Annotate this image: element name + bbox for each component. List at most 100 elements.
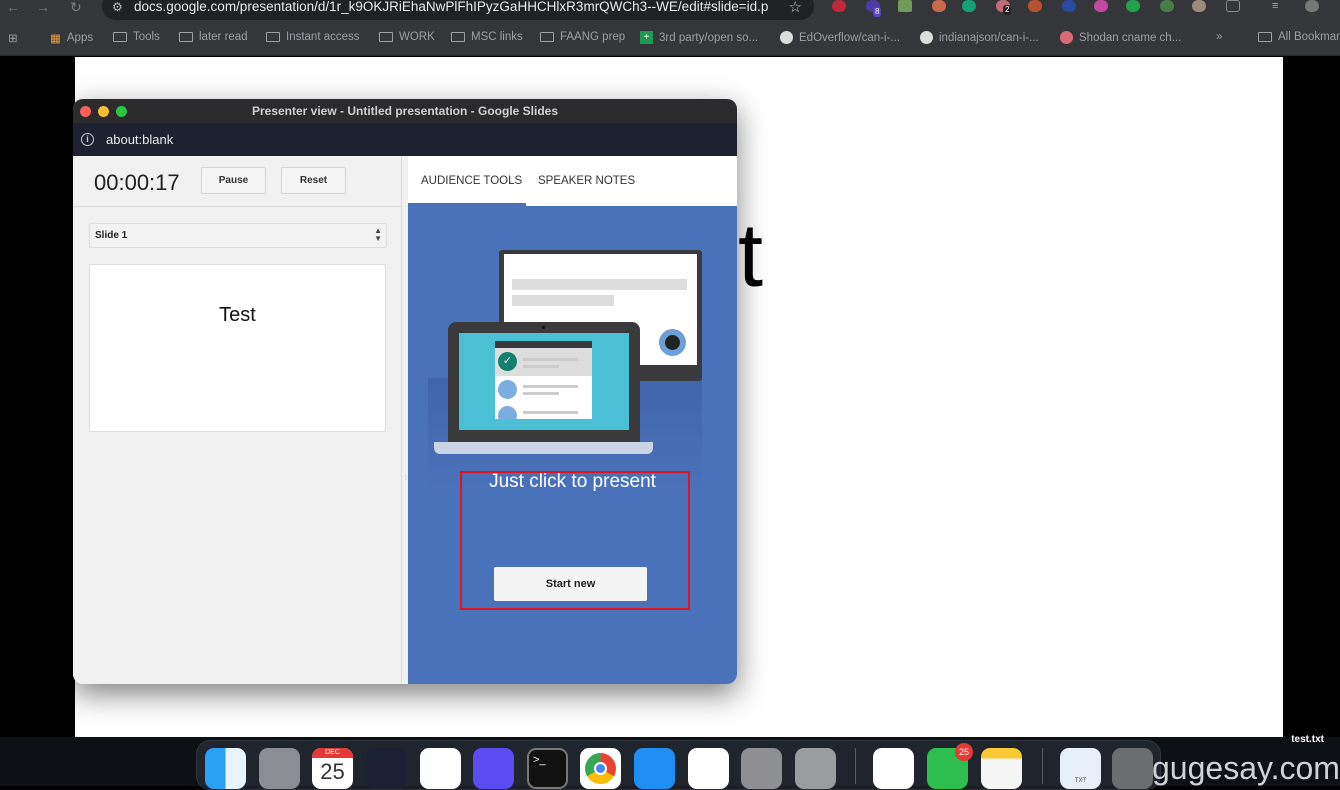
audience-tools-panel: ✓ <box>408 206 737 684</box>
calendar-day: 25 <box>320 759 345 784</box>
txt-file-icon[interactable]: TXT <box>1060 748 1101 789</box>
calendar-icon[interactable]: DEC 25 <box>312 748 353 789</box>
shortcut-app-icon[interactable] <box>473 748 514 789</box>
grammarly-icon[interactable] <box>962 0 976 12</box>
site-settings-icon[interactable]: ⚙ <box>112 0 123 14</box>
reload-icon[interactable]: ↻ <box>70 0 82 14</box>
extension-icon[interactable] <box>1160 0 1174 12</box>
finder-icon[interactable] <box>205 748 246 789</box>
pause-button[interactable]: Pause <box>201 167 266 194</box>
extension-badge: 2 <box>1003 5 1012 15</box>
desktop-file-label[interactable]: test.txt <box>1291 734 1324 745</box>
window-titlebar[interactable]: Presenter view - Untitled presentation -… <box>73 99 737 123</box>
bookmark-shodan[interactable]: Shodan cname ch... <box>1060 31 1181 44</box>
bookmark-3rd-party[interactable]: +3rd party/open so... <box>640 31 758 44</box>
bookmark-star-icon[interactable]: ☆ <box>789 0 802 16</box>
extension-icon[interactable] <box>1028 0 1042 12</box>
apps-shortcut-icon[interactable]: ⊞ <box>8 31 18 45</box>
reset-button[interactable]: Reset <box>281 167 346 194</box>
chrome-icon[interactable] <box>580 748 621 789</box>
url-text[interactable]: docs.google.com/presentation/d/1r_k9OKJR… <box>134 0 768 14</box>
current-slide-thumbnail[interactable]: Test <box>89 264 386 432</box>
iphone-mirroring-icon[interactable] <box>795 748 836 789</box>
maps-extension-icon[interactable] <box>898 0 912 12</box>
extension-badge: 8 <box>873 7 882 17</box>
messenger-icon[interactable] <box>873 748 914 789</box>
bookmark-label: Shodan cname ch... <box>1079 31 1182 44</box>
termius-icon[interactable] <box>366 748 407 789</box>
slide-select[interactable]: Slide 1 ▲ ▼ <box>89 223 387 248</box>
back-icon[interactable]: ← <box>6 0 20 14</box>
safari-icon[interactable] <box>688 748 729 789</box>
extensions-puzzle-icon[interactable] <box>1226 0 1240 12</box>
bookmark-tools[interactable]: Tools <box>113 31 160 43</box>
extension-icon[interactable] <box>1062 0 1076 12</box>
more-bookmarks-button[interactable]: » <box>1216 31 1222 43</box>
media-control-icon[interactable]: ≡ <box>1272 0 1286 12</box>
bookmark-later-read[interactable]: later read <box>179 31 248 43</box>
presenter-view-window: Presenter view - Untitled presentation -… <box>73 99 737 684</box>
annotation-highlight-box <box>460 471 690 610</box>
notes-icon[interactable] <box>981 748 1022 789</box>
bookmark-label: All Bookmarks <box>1278 31 1340 43</box>
folder-icon <box>379 32 393 42</box>
folder-icon <box>266 32 280 42</box>
whatsapp-badge: 25 <box>955 743 973 761</box>
bookmark-msc-links[interactable]: MSC links <box>451 31 523 43</box>
watermark: gugesay.com <box>1152 750 1340 786</box>
folder-icon <box>451 32 465 42</box>
folder-icon <box>113 32 127 42</box>
app-store-icon[interactable] <box>634 748 675 789</box>
user-avatar-icon <box>498 380 517 399</box>
bookmark-apps[interactable]: ▦ Apps <box>50 31 93 45</box>
slack-icon[interactable] <box>420 748 461 789</box>
system-settings-icon[interactable] <box>741 748 782 789</box>
slide-select-value: Slide 1 <box>95 230 128 241</box>
terminal-icon[interactable]: >_ <box>527 748 568 789</box>
browser-toolbar: ← → ↻ ⚙ docs.google.com/presentation/d/1… <box>0 0 1340 24</box>
address-bar[interactable]: ⚙ docs.google.com/presentation/d/1r_k9OK… <box>102 0 814 20</box>
window-title: Presenter view - Untitled presentation -… <box>251 104 559 118</box>
sheets-icon: + <box>640 31 653 44</box>
bookmark-instant-access[interactable]: Instant access <box>266 31 360 43</box>
laptop-illustration: ✓ <box>448 322 640 442</box>
pane-resize-handle[interactable]: ⋮ <box>403 474 409 484</box>
popup-url: about:blank <box>106 132 174 147</box>
adblock-icon[interactable] <box>832 0 846 12</box>
presenter-avatar-icon <box>659 329 686 356</box>
github-icon <box>920 31 933 44</box>
bookmark-work[interactable]: WORK <box>379 31 435 43</box>
extension-icon[interactable] <box>1192 0 1206 12</box>
user-avatar-icon <box>498 406 517 419</box>
bookmark-label: indianajson/can-i-... <box>939 31 1039 44</box>
all-bookmarks[interactable]: All Bookmarks <box>1258 31 1340 43</box>
dock-separator <box>1042 748 1043 784</box>
bookmark-label: MSC links <box>471 31 523 43</box>
extension-icon[interactable] <box>932 0 946 12</box>
bookmark-indianajson[interactable]: indianajson/can-i-... <box>920 31 1039 44</box>
info-icon[interactable]: i <box>81 133 94 146</box>
launchpad-icon[interactable] <box>259 748 300 789</box>
bookmark-edoverflow[interactable]: EdOverflow/can-i-... <box>780 31 900 44</box>
trash-icon[interactable] <box>1112 748 1153 789</box>
presenter-tabs: AUDIENCE TOOLS SPEAKER NOTES <box>408 156 737 206</box>
bookmark-label: Instant access <box>286 31 360 43</box>
checkmark-icon: ✓ <box>498 352 517 371</box>
bookmark-label: later read <box>199 31 248 43</box>
popup-address-bar: i about:blank <box>73 123 737 156</box>
elapsed-timer: 00:00:17 <box>94 170 180 195</box>
tab-audience-tools[interactable]: AUDIENCE TOOLS <box>421 175 522 187</box>
calendar-month: DEC <box>312 748 353 758</box>
select-arrows-icon: ▲ ▼ <box>374 226 382 243</box>
presenter-right-pane: AUDIENCE TOOLS SPEAKER NOTES ✓ Just clic… <box>408 156 737 684</box>
bookmark-faang-prep[interactable]: FAANG prep <box>540 31 625 43</box>
extension-icon[interactable] <box>1126 0 1140 12</box>
dock-separator <box>855 748 856 784</box>
forward-icon[interactable]: → <box>36 0 50 14</box>
profile-avatar[interactable] <box>1305 0 1319 12</box>
tab-speaker-notes[interactable]: SPEAKER NOTES <box>538 175 635 187</box>
github-icon <box>780 31 793 44</box>
extension-icon[interactable] <box>1094 0 1108 12</box>
presenter-left-pane: 00:00:17 Pause Reset Slide 1 ▲ ▼ Test <box>73 156 402 684</box>
bookmarks-bar: ⊞ ▦ Apps Tools later read Instant access … <box>0 24 1340 56</box>
